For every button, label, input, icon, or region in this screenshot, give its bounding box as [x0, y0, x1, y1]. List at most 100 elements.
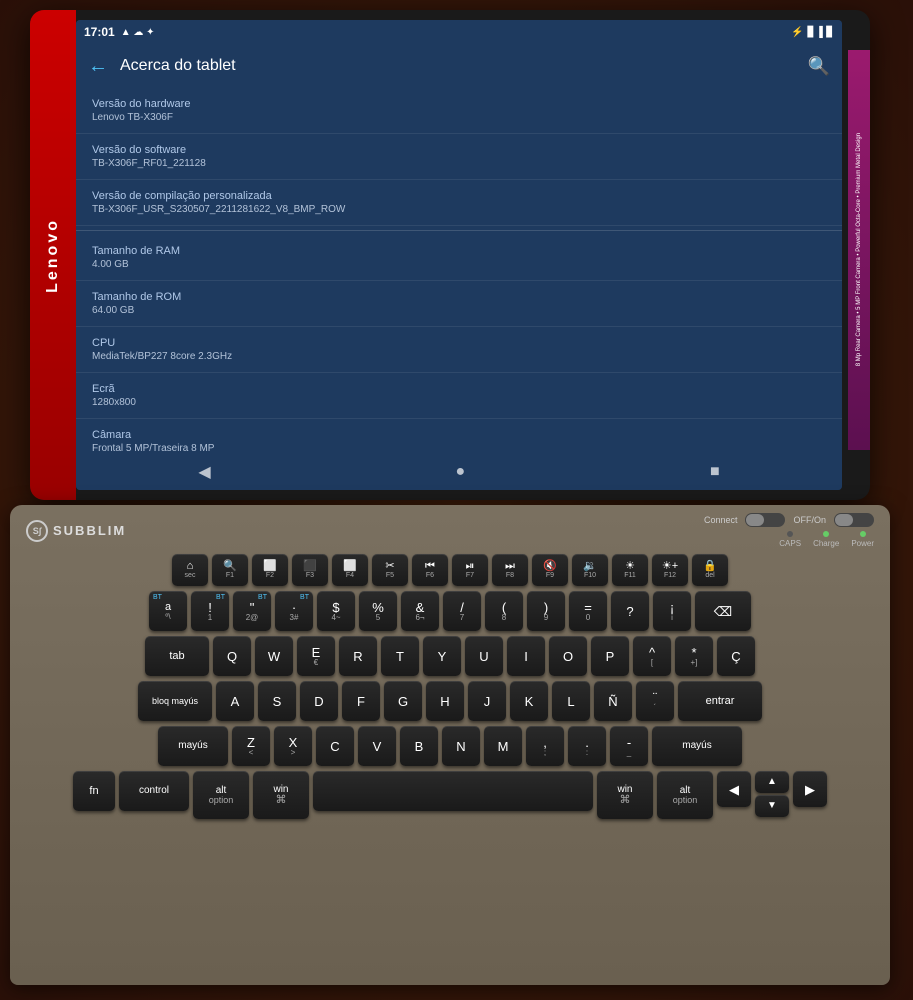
caps-led	[787, 531, 793, 537]
key-control[interactable]: control	[119, 771, 189, 811]
key-slash[interactable]: -_	[610, 726, 648, 766]
key-f6[interactable]: ⏮F6	[412, 554, 448, 586]
key-n[interactable]: N	[442, 726, 480, 766]
key-grave[interactable]: BT a º\	[149, 591, 187, 631]
key-y[interactable]: Y	[423, 636, 461, 676]
key-bracket-open[interactable]: ^[	[633, 636, 671, 676]
nav-back-button[interactable]: ◀	[198, 462, 210, 482]
key-minus[interactable]: ?	[611, 591, 649, 631]
power-switch[interactable]	[834, 513, 874, 527]
key-c[interactable]: C	[316, 726, 354, 766]
key-f4[interactable]: ⬜F4	[332, 554, 368, 586]
key-tab[interactable]: tab	[145, 636, 209, 676]
key-right-arrow[interactable]: ▶	[793, 771, 827, 807]
key-bracket-close[interactable]: *+]	[675, 636, 713, 676]
key-f5[interactable]: ✂F5	[372, 554, 408, 586]
key-f[interactable]: F	[342, 681, 380, 721]
key-left-arrow[interactable]: ◀	[717, 771, 751, 807]
key-enter[interactable]: entrar	[678, 681, 762, 721]
key-right-shift[interactable]: mayús	[652, 726, 742, 766]
key-r[interactable]: R	[339, 636, 377, 676]
key-f7[interactable]: ⏯F7	[452, 554, 488, 586]
key-left-alt[interactable]: alt option	[193, 771, 249, 819]
charge-label: Charge	[813, 539, 839, 548]
key-z[interactable]: Z<	[232, 726, 270, 766]
status-bar: 17:01 ▲ ☁ ✦ ⚡ ▊ ▌▊	[76, 20, 842, 44]
key-backspace[interactable]: ⌫	[695, 591, 751, 631]
key-right-alt[interactable]: alt option	[657, 771, 713, 819]
back-button[interactable]: ←	[88, 55, 108, 78]
key-s[interactable]: S	[258, 681, 296, 721]
key-acute[interactable]: ¨´	[636, 681, 674, 721]
key-q[interactable]: Q	[213, 636, 251, 676]
key-k[interactable]: K	[510, 681, 548, 721]
key-o[interactable]: O	[549, 636, 587, 676]
key-4[interactable]: $4~	[317, 591, 355, 631]
key-del[interactable]: 🔒del	[692, 554, 728, 586]
key-f11[interactable]: ☀F11	[612, 554, 648, 586]
key-h[interactable]: H	[426, 681, 464, 721]
key-1[interactable]: BT ! 1	[191, 591, 229, 631]
setting-label-camera: Câmara	[92, 429, 826, 441]
key-7[interactable]: /7	[443, 591, 481, 631]
key-t[interactable]: T	[381, 636, 419, 676]
key-f8[interactable]: ⏭F8	[492, 554, 528, 586]
key-c-cedilla[interactable]: Ç	[717, 636, 755, 676]
key-a[interactable]: A	[216, 681, 254, 721]
key-f2[interactable]: ⬜F2	[252, 554, 288, 586]
key-j[interactable]: J	[468, 681, 506, 721]
key-w[interactable]: W	[255, 636, 293, 676]
key-down-arrow[interactable]: ▼	[755, 795, 789, 817]
key-2[interactable]: BT " 2@	[233, 591, 271, 631]
key-right-win[interactable]: win ⌘	[597, 771, 653, 819]
setting-label-cpu: CPU	[92, 337, 826, 349]
key-b[interactable]: B	[400, 726, 438, 766]
key-home[interactable]: ⌂sec	[172, 554, 208, 586]
key-comma[interactable]: ,;	[526, 726, 564, 766]
key-v[interactable]: V	[358, 726, 396, 766]
key-3[interactable]: BT · 3#	[275, 591, 313, 631]
search-icon[interactable]: 🔍	[808, 56, 830, 77]
key-left-shift[interactable]: mayús	[158, 726, 228, 766]
key-i[interactable]: I	[507, 636, 545, 676]
key-p[interactable]: P	[591, 636, 629, 676]
specs-text: 8 Mp Rear Camera • 5 MP Front Camera • P…	[855, 133, 863, 366]
setting-label-hardware: Versão do hardware	[92, 98, 826, 110]
key-left-win[interactable]: win ⌘	[253, 771, 309, 819]
key-equal[interactable]: ¡i	[653, 591, 691, 631]
key-e[interactable]: E€	[297, 636, 335, 676]
keyboard-controls: Connect OFF/On CAPS Charge	[704, 513, 874, 548]
key-f12[interactable]: ☀+F12	[652, 554, 688, 586]
key-f9[interactable]: 🔇F9	[532, 554, 568, 586]
connect-label: Connect	[704, 515, 738, 525]
key-f10[interactable]: 🔉F10	[572, 554, 608, 586]
nav-recents-button[interactable]: ■	[710, 463, 720, 481]
key-x[interactable]: X>	[274, 726, 312, 766]
key-6[interactable]: &6¬	[401, 591, 439, 631]
setting-hardware-version: Versão do hardware Lenovo TB-X306F	[76, 88, 842, 134]
key-n-tilde[interactable]: Ñ	[594, 681, 632, 721]
key-5[interactable]: %5	[359, 591, 397, 631]
key-l[interactable]: L	[552, 681, 590, 721]
key-d[interactable]: D	[300, 681, 338, 721]
key-f1[interactable]: 🔍F1	[212, 554, 248, 586]
key-u[interactable]: U	[465, 636, 503, 676]
connect-switch[interactable]	[745, 513, 785, 527]
key-g[interactable]: G	[384, 681, 422, 721]
key-9[interactable]: )9	[527, 591, 565, 631]
key-caps-lock[interactable]: bloq mayús	[138, 681, 212, 721]
key-space[interactable]	[313, 771, 593, 811]
keyboard-top-bar: S∫ SUBBLIM Connect OFF/On CAPS	[20, 513, 880, 548]
key-m[interactable]: M	[484, 726, 522, 766]
nav-home-button[interactable]: ●	[455, 463, 465, 481]
key-8[interactable]: (8	[485, 591, 523, 631]
key-fn[interactable]: fn	[73, 771, 115, 811]
key-f3[interactable]: ⬛F3	[292, 554, 328, 586]
setting-label-rom: Tamanho de ROM	[92, 291, 826, 303]
key-period[interactable]: .:	[568, 726, 606, 766]
wifi-icon: ▊	[808, 27, 816, 38]
qwerty-row: tab Q W E€ R T Y U I O P ^[ *+] Ç	[20, 636, 880, 676]
battery-icon: ⚡	[791, 27, 803, 38]
key-0[interactable]: =0	[569, 591, 607, 631]
key-up-arrow[interactable]: ▲	[755, 771, 789, 793]
